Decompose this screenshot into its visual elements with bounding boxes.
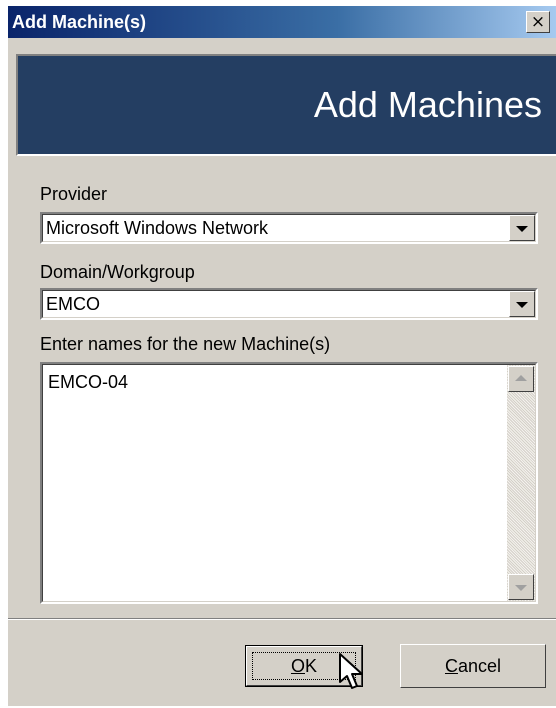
- scroll-down-arrow-icon: [515, 585, 527, 591]
- cancel-label: ancel: [457, 656, 502, 676]
- domain-value: EMCO: [46, 294, 100, 314]
- cancel-button[interactable]: Cancel: [400, 644, 546, 688]
- header-banner: Add Machines: [16, 54, 556, 156]
- scroll-up-button[interactable]: [508, 366, 534, 392]
- provider-label: Provider: [40, 184, 108, 204]
- cancel-mnemonic: C: [444, 656, 458, 676]
- title-bar[interactable]: Add Machine(s) ×: [8, 6, 556, 38]
- button-separator: [8, 618, 556, 620]
- window-title: Add Machine(s): [12, 12, 147, 32]
- domain-label: Domain/Workgroup: [40, 262, 195, 282]
- provider-dropdown-button[interactable]: [509, 215, 535, 241]
- vertical-scrollbar[interactable]: [507, 365, 535, 601]
- banner-title: Add Machines: [313, 84, 542, 125]
- machine-names-label: Enter names for the new Machine(s): [40, 334, 331, 354]
- mouse-pointer-icon: [339, 653, 363, 689]
- add-machines-dialog: Add Machine(s) × Add Machines Provider M…: [8, 6, 556, 706]
- close-icon: ×: [530, 12, 546, 32]
- machine-names-input[interactable]: EMCO-04: [40, 362, 538, 604]
- chevron-down-icon: [516, 302, 528, 308]
- scroll-up-arrow-icon: [515, 375, 527, 381]
- scroll-down-button[interactable]: [508, 574, 534, 600]
- provider-dropdown[interactable]: Microsoft Windows Network: [40, 212, 538, 244]
- domain-dropdown[interactable]: EMCO: [40, 288, 538, 320]
- close-button[interactable]: ×: [526, 11, 550, 33]
- provider-value: Microsoft Windows Network: [46, 218, 269, 238]
- machine-names-value: EMCO-04: [48, 372, 129, 392]
- chevron-down-icon: [516, 226, 528, 232]
- domain-dropdown-button[interactable]: [509, 291, 535, 317]
